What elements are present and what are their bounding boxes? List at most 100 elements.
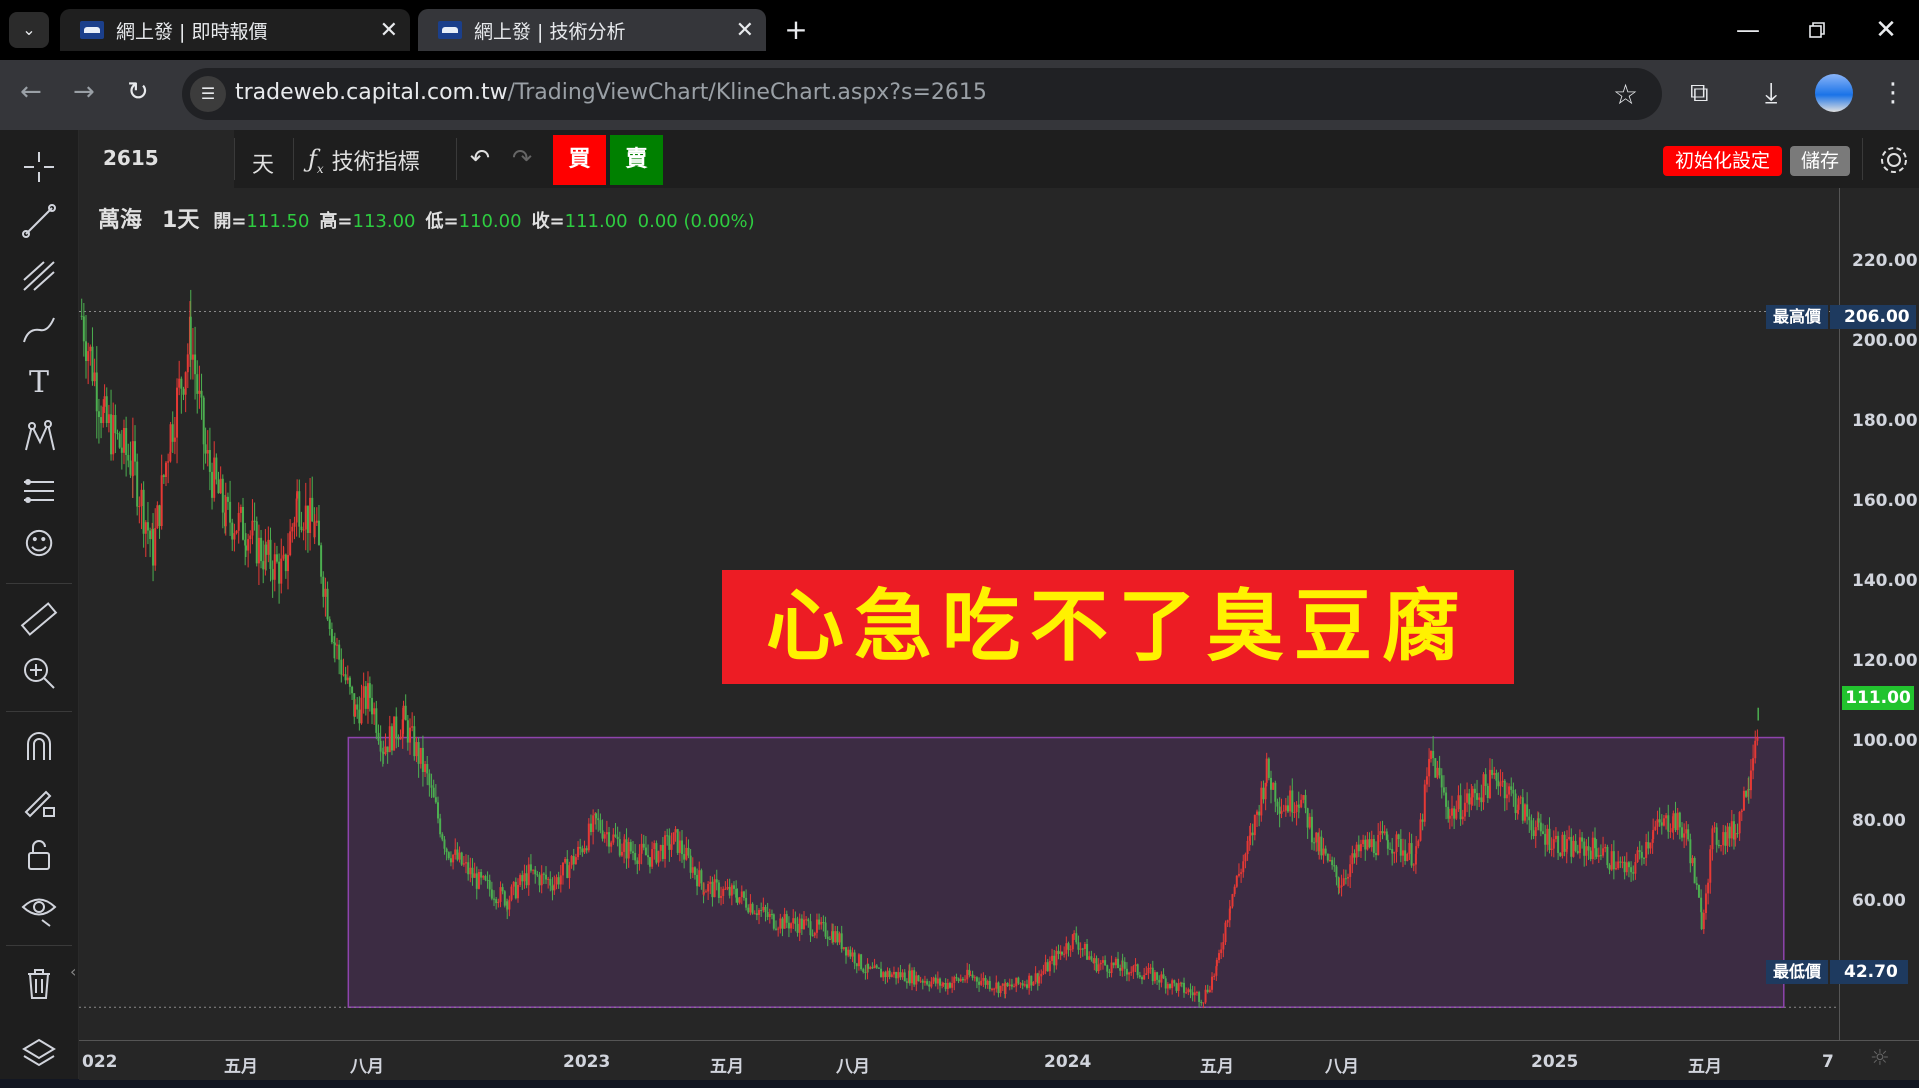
minimize-button[interactable]: — bbox=[1728, 10, 1768, 50]
restore-button[interactable] bbox=[1797, 10, 1837, 50]
reload-icon[interactable]: ↻ bbox=[127, 77, 149, 107]
brush-icon[interactable] bbox=[18, 308, 60, 350]
candle-body bbox=[1326, 853, 1329, 861]
trend-line-icon[interactable] bbox=[18, 200, 60, 242]
close-window-button[interactable]: ✕ bbox=[1866, 10, 1906, 50]
extensions-icon[interactable]: ⧉ bbox=[1690, 78, 1709, 109]
tab-realtime-quote[interactable]: 網上發 | 即時報價 ✕ bbox=[60, 9, 410, 51]
candle-body bbox=[751, 903, 754, 914]
candle-body bbox=[1318, 836, 1321, 852]
reset-settings-button[interactable]: 初始化設定 bbox=[1663, 146, 1782, 176]
save-button[interactable]: 儲存 bbox=[1790, 146, 1850, 176]
tab-technical-analysis[interactable]: 網上發 | 技術分析 ✕ bbox=[418, 9, 766, 51]
candle-body bbox=[642, 843, 645, 848]
sun-icon[interactable]: ☼ bbox=[1870, 1046, 1890, 1071]
candle-body bbox=[813, 932, 816, 936]
new-tab-button[interactable]: + bbox=[778, 12, 814, 48]
candle-body bbox=[1162, 974, 1165, 979]
crosshair-icon[interactable] bbox=[18, 146, 60, 188]
candle-body bbox=[1282, 810, 1285, 812]
eye-icon[interactable] bbox=[18, 888, 60, 930]
candle-body bbox=[1425, 776, 1428, 785]
candle-body bbox=[1180, 982, 1183, 984]
candle-body bbox=[1149, 967, 1152, 969]
candle-body bbox=[1680, 827, 1683, 838]
candle-body bbox=[1720, 845, 1723, 847]
sell-button[interactable]: 賣 bbox=[610, 135, 663, 185]
candle-body bbox=[895, 971, 898, 979]
legend-interval: 1天 bbox=[162, 208, 200, 233]
interval-button[interactable]: 天 bbox=[252, 147, 274, 179]
object-tree-icon[interactable] bbox=[18, 1034, 60, 1076]
settings-button[interactable] bbox=[1874, 140, 1914, 180]
lock-icon[interactable] bbox=[18, 834, 60, 876]
time-tick: 五月 bbox=[710, 1057, 744, 1077]
site-info-icon[interactable]: ☰ bbox=[190, 76, 226, 112]
time-tick: 五月 bbox=[224, 1057, 258, 1077]
candle-body bbox=[1707, 882, 1710, 894]
stay-in-drawing-mode-icon[interactable] bbox=[18, 780, 60, 822]
candle-body bbox=[631, 851, 634, 853]
candle-body bbox=[917, 975, 920, 982]
candle-body bbox=[399, 737, 402, 740]
forward-arrow-icon[interactable]: → bbox=[73, 77, 95, 107]
buy-button[interactable]: 買 bbox=[553, 135, 606, 185]
candle-body bbox=[1093, 958, 1096, 964]
indicators-button[interactable]: ƒx 技術指標 bbox=[308, 142, 420, 178]
bookmark-star-icon[interactable]: ☆ bbox=[1613, 78, 1638, 111]
candle-body bbox=[993, 988, 996, 990]
emoji-icon[interactable]: ☺ bbox=[18, 524, 60, 566]
back-arrow-icon[interactable]: ← bbox=[20, 77, 42, 107]
zoom-in-icon[interactable] bbox=[18, 652, 60, 694]
pitchfork-icon[interactable] bbox=[18, 254, 60, 296]
ruler-icon[interactable] bbox=[18, 598, 60, 640]
candle-body bbox=[1246, 840, 1249, 855]
candle-body bbox=[1040, 973, 1043, 977]
candle-body bbox=[1544, 833, 1547, 845]
candle-body bbox=[253, 520, 256, 522]
candle-body bbox=[1463, 802, 1466, 817]
candle-body bbox=[1193, 992, 1196, 996]
annotation-banner[interactable]: 心急吃不了臭豆腐 bbox=[722, 570, 1514, 684]
candle-body bbox=[601, 830, 604, 839]
candle-body bbox=[1565, 839, 1568, 849]
collapse-panel-icon[interactable]: ‹ bbox=[70, 962, 76, 981]
magnet-icon[interactable] bbox=[18, 726, 60, 768]
candle-body bbox=[1497, 780, 1500, 787]
candle-body bbox=[749, 903, 752, 913]
candle-body bbox=[112, 415, 115, 455]
candle-body bbox=[722, 888, 725, 896]
candle-body bbox=[1291, 790, 1294, 813]
candle-body bbox=[1521, 797, 1524, 821]
candle-body bbox=[1676, 812, 1679, 831]
candle-body bbox=[1067, 943, 1070, 950]
close-tab-icon[interactable]: ✕ bbox=[736, 18, 754, 43]
redo-icon[interactable]: ↷ bbox=[512, 144, 532, 172]
legend-close-label: 收= bbox=[531, 211, 565, 232]
pattern-icon[interactable] bbox=[18, 416, 60, 458]
text-tool-icon[interactable]: T bbox=[18, 362, 60, 404]
candle-body bbox=[1218, 953, 1221, 961]
trash-icon[interactable] bbox=[18, 962, 60, 1004]
close-tab-icon[interactable]: ✕ bbox=[380, 18, 398, 43]
candle-body bbox=[640, 843, 643, 854]
tab-search-button[interactable]: ⌄ bbox=[9, 12, 49, 48]
download-icon[interactable]: ⤓ bbox=[1765, 76, 1777, 110]
candle-body bbox=[1347, 876, 1350, 879]
candle-body bbox=[426, 764, 429, 774]
url-text[interactable]: tradeweb.capital.com.tw/TradingViewChart… bbox=[235, 80, 987, 105]
candle-body bbox=[1322, 848, 1325, 856]
undo-icon[interactable]: ↶ bbox=[470, 144, 490, 172]
symbol-search[interactable]: 2615 bbox=[79, 130, 234, 188]
candle-body bbox=[1419, 819, 1422, 841]
candle-body bbox=[740, 891, 743, 898]
browser-menu-icon[interactable]: ⋮ bbox=[1880, 78, 1906, 108]
candle-body bbox=[553, 884, 556, 891]
candle-body bbox=[1674, 813, 1677, 831]
candle-body bbox=[1747, 788, 1750, 791]
candle-body bbox=[1660, 822, 1663, 826]
candle-body bbox=[798, 918, 801, 933]
prediction-icon[interactable] bbox=[18, 470, 60, 512]
candle-body bbox=[1324, 848, 1327, 854]
profile-avatar[interactable] bbox=[1815, 74, 1853, 112]
